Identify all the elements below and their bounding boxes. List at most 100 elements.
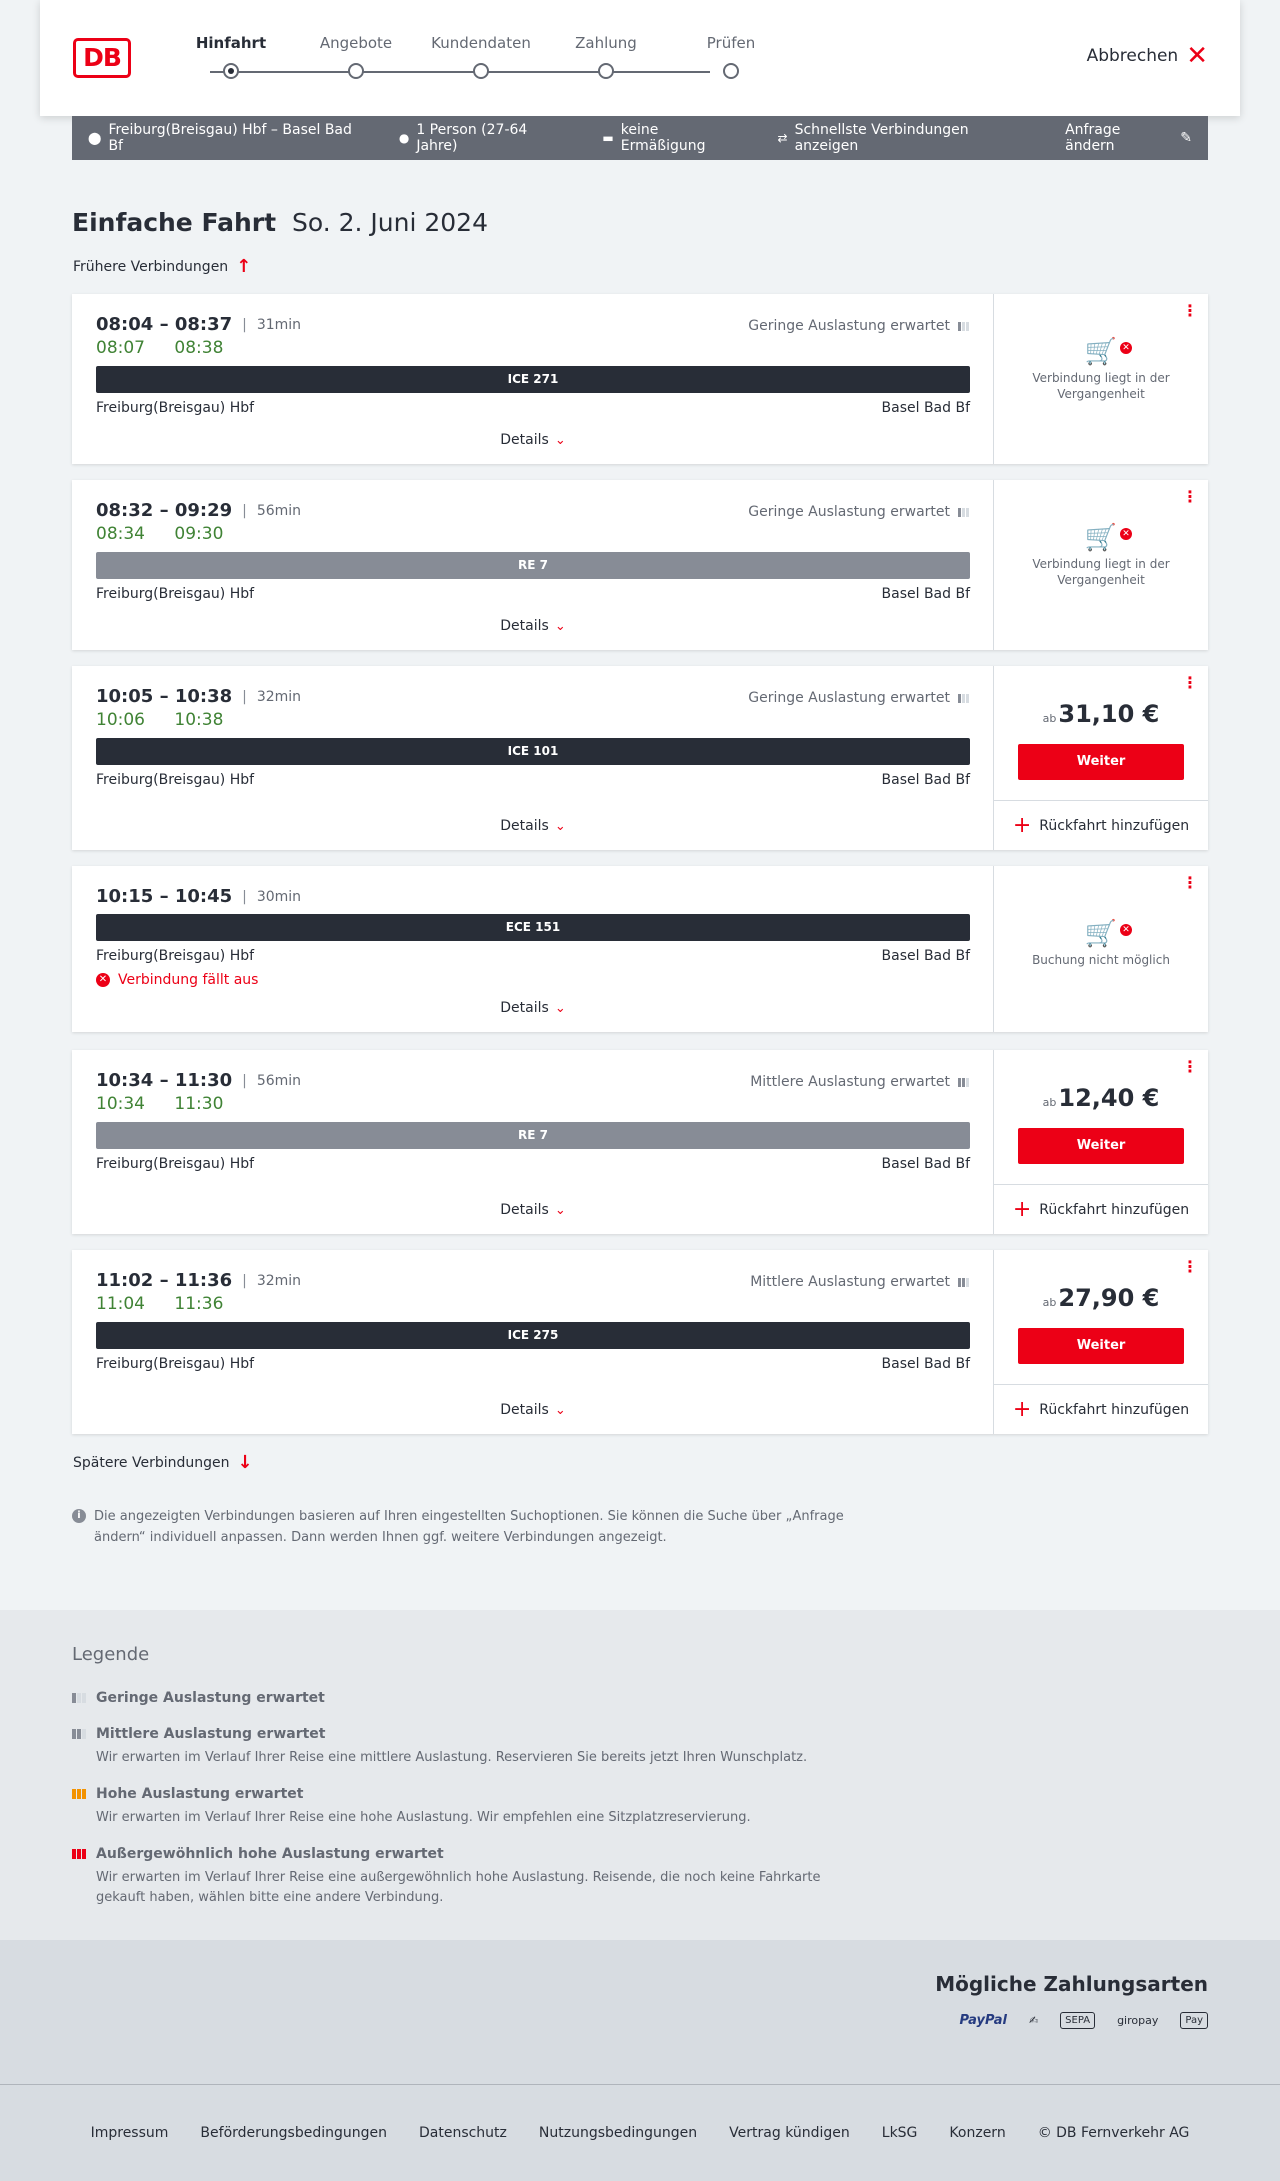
more-options-icon[interactable]: ⋮: [1182, 1059, 1198, 1075]
giropay-icon: giropay: [1117, 2014, 1159, 2027]
price-value: 27,90 €: [1058, 1284, 1160, 1312]
add-return-label: Rückfahrt hinzufügen: [1039, 1401, 1190, 1418]
occupancy-text: Geringe Auslastung erwartet: [748, 504, 950, 520]
close-icon: ✕: [1186, 41, 1208, 71]
add-return-button[interactable]: + Rückfahrt hinzufügen: [994, 800, 1208, 850]
stations: Freiburg(Breisgau) Hbf Basel Bad Bf: [96, 1156, 970, 1172]
earlier-connections-link[interactable]: Frühere Verbindungen ↑: [73, 256, 251, 277]
details-toggle[interactable]: Details ⌄: [72, 1402, 994, 1418]
trip-type: Einfache Fahrt: [72, 208, 277, 237]
add-return-button[interactable]: + Rückfahrt hinzufügen: [994, 1384, 1208, 1434]
cancel-button[interactable]: Abbrechen ✕: [1087, 41, 1208, 71]
legend-item-desc: Wir erwarten im Verlauf Ihrer Reise eine…: [96, 1750, 808, 1765]
legend-item-title: Mittlere Auslastung erwartet: [96, 1726, 326, 1742]
footer-link-konzern[interactable]: Konzern: [949, 2125, 1005, 2141]
continue-button[interactable]: Weiter: [1018, 1128, 1184, 1164]
bahncard-icon: ▬: [602, 131, 614, 145]
info-text: Die angezeigten Verbindungen basieren au…: [94, 1509, 844, 1545]
db-logo[interactable]: DB: [73, 38, 131, 78]
stations: Freiburg(Breisgau) Hbf Basel Bad Bf: [96, 400, 970, 416]
occupancy-text: Geringe Auslastung erwartet: [748, 318, 950, 334]
error-icon: ✕: [96, 973, 110, 987]
details-toggle[interactable]: Details ⌄: [72, 1202, 994, 1218]
more-options-icon[interactable]: ⋮: [1182, 875, 1198, 891]
connection-times: 10:34 – 11:30 | 56min: [96, 1070, 301, 1091]
footer-link-befoerderungsbedingungen[interactable]: Beförderungsbedingungen: [200, 2125, 387, 2141]
continue-button[interactable]: Weiter: [1018, 1328, 1184, 1364]
occupancy-extreme-icon: [72, 1849, 88, 1859]
payment-title: Mögliche Zahlungsarten: [935, 1972, 1208, 1996]
connection-card[interactable]: 10:34 – 11:30 | 56min 10:34 11:30 Mittle…: [72, 1050, 1208, 1234]
occupancy-medium-icon: [958, 1277, 969, 1287]
stations: Freiburg(Breisgau) Hbf Basel Bad Bf: [96, 772, 970, 788]
origin-station: Freiburg(Breisgau) Hbf: [96, 1156, 255, 1172]
footer-link-nutzungsbedingungen[interactable]: Nutzungsbedingungen: [539, 2125, 697, 2141]
connection-card[interactable]: 10:05 – 10:38 | 32min 10:06 10:38 Gering…: [72, 666, 1208, 850]
price: ab31,10 €: [994, 700, 1208, 728]
realtime-times: 08:34 09:30: [96, 524, 247, 544]
arrow-down-icon: ↓: [237, 1452, 253, 1473]
connection-card[interactable]: 10:15 – 10:45 | 30min ECE 151 Freiburg(B…: [72, 866, 1208, 1032]
occupancy-legend: Legende Geringe Auslastung erwartet Mitt…: [0, 1610, 1280, 1940]
footer-link-impressum[interactable]: Impressum: [91, 2125, 169, 2141]
connection-offer: ⋮ 🛒 ✕ Verbindung liegt in der Vergangenhe…: [994, 294, 1208, 464]
occupancy-info: Mittlere Auslastung erwartet: [750, 1274, 969, 1290]
add-return-button[interactable]: + Rückfahrt hinzufügen: [994, 1184, 1208, 1234]
more-options-icon[interactable]: ⋮: [1182, 303, 1198, 319]
train-bar[interactable]: RE 7: [96, 552, 970, 579]
copyright: © DB Fernverkehr AG: [1037, 2125, 1190, 2141]
fastest-text: Schnellste Verbindungen anzeigen: [794, 122, 969, 154]
footer-link-vertrag-kuendigen[interactable]: Vertrag kündigen: [729, 2125, 850, 2141]
person-icon: ●: [398, 131, 410, 145]
details-toggle[interactable]: Details ⌄: [72, 432, 994, 448]
train-bar[interactable]: ICE 101: [96, 738, 970, 765]
realtime-departure: 10:06: [96, 710, 145, 730]
train-bar[interactable]: ICE 275: [96, 1322, 970, 1349]
details-toggle[interactable]: Details ⌄: [72, 818, 994, 834]
separator: |: [242, 688, 247, 705]
separator: |: [242, 502, 247, 519]
more-options-icon[interactable]: ⋮: [1182, 675, 1198, 691]
more-options-icon[interactable]: ⋮: [1182, 489, 1198, 505]
occupancy-text: Mittlere Auslastung erwartet: [750, 1274, 950, 1290]
train-bar[interactable]: ICE 271: [96, 366, 970, 393]
cart-unavailable-icon: 🛒 ✕: [1018, 339, 1184, 365]
footer-link-datenschutz[interactable]: Datenschutz: [419, 2125, 507, 2141]
origin-station: Freiburg(Breisgau) Hbf: [96, 948, 255, 964]
cancellation-notice: ✕ Verbindung fällt aus: [96, 972, 258, 988]
connection-card[interactable]: 08:04 – 08:37 | 31min 08:07 08:38 Gering…: [72, 294, 1208, 464]
connection-card[interactable]: 08:32 – 09:29 | 56min 08:34 09:30 Gering…: [72, 480, 1208, 650]
connection-offer: ⋮ ab12,40 € Weiter + Rückfahrt hinzufüge…: [994, 1050, 1208, 1234]
price: ab12,40 €: [994, 1084, 1208, 1112]
connection-card[interactable]: 11:02 – 11:36 | 32min 11:04 11:36 Mittle…: [72, 1250, 1208, 1434]
train-bar[interactable]: RE 7: [96, 1122, 970, 1149]
step-pruefen: Prüfen: [676, 34, 786, 79]
connection-main: 11:02 – 11:36 | 32min 11:04 11:36 Mittle…: [72, 1250, 994, 1434]
step-hinfahrt: Hinfahrt: [176, 34, 286, 79]
paypal-icon: PayPal: [959, 2013, 1007, 2028]
connection-main: 10:34 – 11:30 | 56min 10:34 11:30 Mittle…: [72, 1050, 994, 1234]
origin-station: Freiburg(Breisgau) Hbf: [96, 772, 255, 788]
destination-station: Basel Bad Bf: [881, 772, 970, 788]
footer-link-lksg[interactable]: LkSG: [882, 2125, 918, 2141]
add-return-label: Rückfahrt hinzufügen: [1039, 817, 1190, 834]
realtime-arrival: 11:36: [174, 1294, 224, 1314]
connection-main: 10:15 – 10:45 | 30min ECE 151 Freiburg(B…: [72, 866, 994, 1032]
info-icon: i: [72, 1509, 86, 1523]
details-toggle[interactable]: Details ⌄: [72, 618, 994, 634]
train-bar[interactable]: ECE 151: [96, 914, 970, 941]
later-connections-link[interactable]: Spätere Verbindungen ↓: [73, 1452, 253, 1473]
separator: |: [242, 316, 247, 333]
details-toggle[interactable]: Details ⌄: [72, 1000, 994, 1016]
more-options-icon[interactable]: ⋮: [1182, 1259, 1198, 1275]
separator: |: [242, 1072, 247, 1089]
change-request-button[interactable]: Anfrage ändern ✎: [1065, 122, 1192, 154]
change-request-label: Anfrage ändern: [1065, 122, 1121, 154]
page-title: Einfache Fahrt So. 2. Juni 2024: [72, 208, 488, 237]
step-dot: [473, 63, 489, 79]
continue-button[interactable]: Weiter: [1018, 744, 1184, 780]
page-header: DB Hinfahrt Angebote Kundendaten Zahlung…: [40, 0, 1240, 116]
details-label: Details: [500, 432, 549, 448]
scheduled-time: 11:02 – 11:36: [96, 1270, 233, 1291]
occupancy-low-icon: [72, 1693, 88, 1703]
